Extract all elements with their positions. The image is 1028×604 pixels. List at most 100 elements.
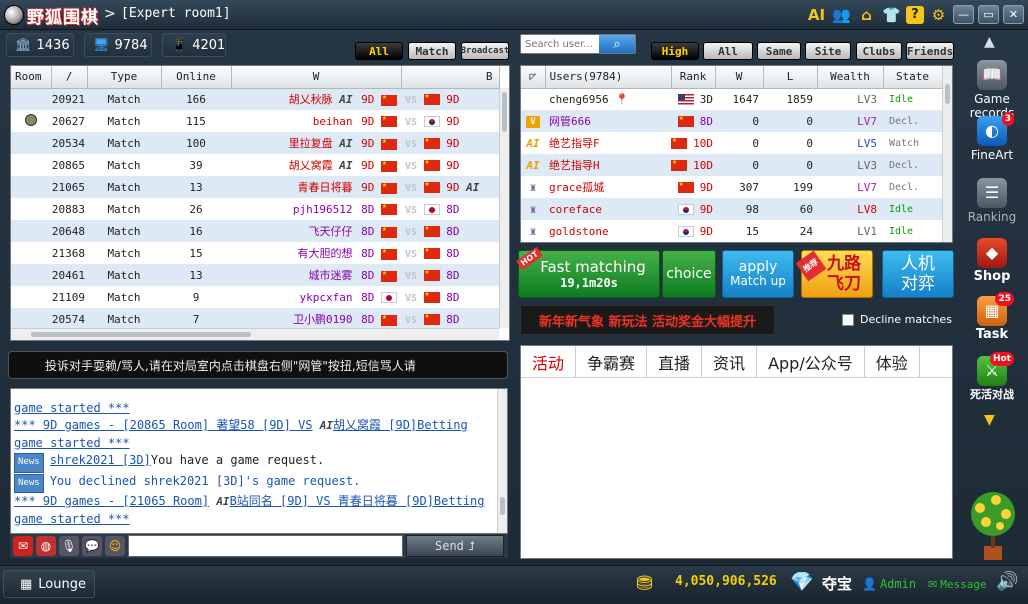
apply-match-up-button[interactable]: apply Match up [722, 250, 794, 298]
room-row[interactable]: 20461Match13城市迷雾 8D VS 8D [11, 264, 499, 286]
user-name[interactable]: goldstone [549, 225, 609, 238]
white-player-name[interactable]: ykpcxfan [300, 291, 353, 304]
minimize-button[interactable]: — [953, 5, 974, 24]
room-row[interactable]: 20865 Match 39 胡乂窝霞 AI 9D VS 9D [11, 154, 499, 176]
user-list-vscroll[interactable] [942, 66, 952, 242]
help-icon[interactable]: ? [906, 5, 924, 24]
col-wealth[interactable]: Wealth [817, 66, 884, 89]
filter-match-button[interactable]: Match [408, 42, 456, 60]
user-name[interactable]: grace孤城 [549, 181, 604, 194]
white-player-name[interactable]: 飞天仔仔 [309, 225, 353, 238]
money-tree-icon[interactable] [962, 486, 1024, 564]
ai-icon[interactable]: AI [806, 4, 827, 25]
filter-all-button[interactable]: All [355, 42, 403, 60]
white-player-name[interactable]: pjh196512 [293, 203, 353, 216]
room-row[interactable]: 21368 Match 15 有大胆的想 8D VS 8D [11, 242, 499, 264]
chat-line-3[interactable]: *** 9D games - [21065 Room] AIB站同名 [9D] … [14, 493, 507, 511]
col-black[interactable]: B [401, 66, 500, 89]
user-row[interactable]: ♜ coreface 9D 98 60 LV8 Idle [521, 198, 942, 220]
sidebar-life-death[interactable]: ⚔ Hot 死活对战 [964, 352, 1020, 402]
search-button[interactable]: ⌕ [599, 35, 635, 53]
news-tab-2[interactable]: 直播 [647, 346, 703, 377]
col-filter[interactable]: ◸ [521, 66, 546, 89]
col-type[interactable]: Type [87, 66, 162, 89]
sidebar-scroll-down-icon[interactable]: ▼ [984, 412, 995, 428]
admin-button[interactable]: 👤 Admin [862, 570, 924, 598]
message-button[interactable]: ✉ Message [928, 570, 990, 598]
duobao-label[interactable]: 夺宝 [822, 573, 852, 594]
room-row[interactable]: 20627 Match 115 beihan 9D VS 9D [11, 110, 499, 132]
chat-line-4[interactable]: game started *** [14, 511, 507, 529]
room-row[interactable]: 20534Match100里拉复盘 AI 9D VS 9D [11, 132, 499, 154]
chat-line-1b[interactable]: 胡乂窝霞 [9D]Betting [333, 418, 468, 432]
sidebar-scroll-up-icon[interactable]: ▲ [984, 34, 995, 50]
white-player-name[interactable]: 里拉复盘 [289, 137, 333, 150]
speaker-icon[interactable]: 🔊 [996, 571, 1018, 592]
room-row[interactable]: 21109 Match 9 ykpcxfan 8D VS 8D [11, 286, 499, 308]
col-rank[interactable]: Rank [671, 66, 716, 89]
col-sort[interactable]: / [51, 66, 88, 89]
white-player-name[interactable]: 胡乂秋脉 [289, 93, 333, 106]
col-l[interactable]: L [763, 66, 818, 89]
decline-matches-option[interactable]: Decline matches [842, 313, 952, 326]
lounge-button[interactable]: ▦ Lounge [3, 570, 95, 598]
room-scroll-thumb[interactable] [502, 92, 507, 132]
filter-broadcast-button[interactable]: Broadcast [461, 42, 509, 60]
chat-line-1a[interactable]: *** 9D games - [20865 Room] 著望58 [9D] VS [14, 418, 313, 432]
user-filter-friends[interactable]: Friends [906, 42, 954, 60]
user-filter-clubs[interactable]: Clubs [856, 42, 902, 60]
col-w[interactable]: W [715, 66, 764, 89]
user-row[interactable]: AI绝艺指导H10D00LV3Decl. [521, 154, 942, 176]
chat-input[interactable] [128, 535, 403, 557]
user-row[interactable]: AI 绝艺指导F 10D 0 0 LV5 Watch [521, 132, 942, 154]
col-state[interactable]: State [883, 66, 943, 89]
room-row[interactable]: 20574Match7卫小鹏0190 8D VS 8D [11, 308, 499, 330]
room-row[interactable]: 20921Match166胡乂秋脉 AI 9D VS 9D [11, 88, 499, 110]
user-name[interactable]: cheng6956 [549, 93, 609, 106]
room-row[interactable]: 20883 Match 26 pjh196512 8D VS 8D [11, 198, 499, 220]
home-icon[interactable]: ⌂ [856, 4, 877, 25]
emoji-icon[interactable]: ☺ [105, 536, 125, 556]
user-filter-all[interactable]: All [703, 42, 753, 60]
search-input[interactable] [525, 38, 599, 50]
mailbox-icon[interactable]: ✉ [13, 536, 33, 556]
send-button[interactable]: Send ⮥ [406, 535, 504, 557]
white-player-name[interactable]: 卫小鹏0190 [293, 313, 353, 326]
user-filter-site[interactable]: Site [805, 42, 851, 60]
white-player-name[interactable]: 胡乂窝霞 [289, 159, 333, 172]
white-player-name[interactable]: beihan [313, 115, 353, 128]
user-row[interactable]: cheng6956 📍 3D 1647 1859 LV3 Idle [521, 88, 942, 110]
sidebar-ranking[interactable]: ☰ Ranking [964, 178, 1020, 224]
user-row[interactable]: V网管6668D00LV7Decl. [521, 110, 942, 132]
sidebar-task[interactable]: ▦ 25 Task [964, 292, 1020, 342]
chat-line-2[interactable]: game started *** [14, 435, 507, 453]
news-tab-0[interactable]: 活动 [521, 346, 577, 377]
user-name[interactable]: 绝艺指导F [549, 137, 600, 150]
news-tab-5[interactable]: 体验 [865, 346, 920, 377]
col-white[interactable]: W [231, 66, 402, 89]
col-online[interactable]: Online [161, 66, 232, 89]
chat-vscroll[interactable] [497, 389, 507, 533]
promo-banner[interactable]: 新年新气象 新玩法 活动奖金大幅提升 [520, 305, 775, 335]
room-row[interactable]: 21065Match13青春日将暮 9D VS 9D AI [11, 176, 499, 198]
room-list-vscroll[interactable] [499, 88, 509, 328]
user-filter-same[interactable]: Same [757, 42, 801, 60]
news-tab-3[interactable]: 资讯 [702, 346, 758, 377]
white-player-name[interactable]: 有大胆的想 [298, 247, 353, 260]
room-list-hscroll[interactable] [11, 328, 499, 340]
choice-button[interactable]: choice [662, 250, 716, 298]
user-scroll-thumb[interactable] [945, 84, 950, 104]
room-hscroll-thumb[interactable] [31, 332, 251, 337]
user-name[interactable]: 网管666 [549, 115, 591, 128]
news-tab-1[interactable]: 争霸赛 [576, 346, 648, 377]
shirt-icon[interactable]: 👕 [881, 4, 902, 25]
microphone-icon[interactable]: 🎙 [59, 536, 79, 556]
globe-icon[interactable]: ◍ [36, 536, 56, 556]
room-row[interactable]: 20648Match16飞天仔仔 8D VS 8D [11, 220, 499, 242]
decline-checkbox[interactable] [842, 313, 854, 326]
user-name[interactable]: 绝艺指导H [549, 159, 600, 172]
user-row[interactable]: ♜ grace孤城 9D 307 199 LV7 Decl. [521, 176, 942, 198]
fast-matching-button[interactable]: Fast matching 19,1m20s HOT [516, 246, 660, 298]
user-name[interactable]: coreface [549, 203, 602, 216]
sidebar-fineart[interactable]: ◐ 3 FineArt [964, 112, 1020, 162]
